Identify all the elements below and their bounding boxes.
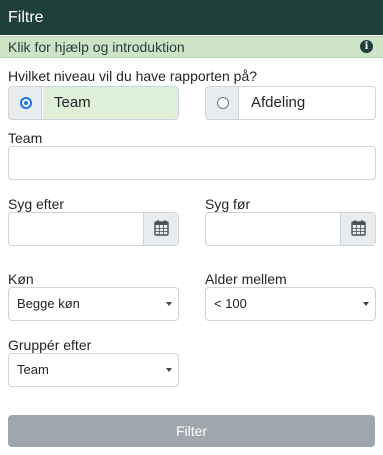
- radio-button-afdeling[interactable]: [217, 97, 229, 109]
- radio-label-afdeling: Afdeling: [251, 94, 306, 111]
- calendar-icon: [154, 220, 169, 236]
- group-by-selected-value: Team: [17, 362, 49, 377]
- sick-before-input[interactable]: [205, 212, 376, 246]
- chevron-down-icon: [166, 368, 172, 372]
- help-intro-text: Klik for hjælp og introduktion: [8, 39, 185, 55]
- chevron-down-icon: [363, 302, 369, 306]
- group-by-label: Gruppér efter: [8, 337, 92, 353]
- team-input[interactable]: [8, 146, 376, 180]
- age-selected-value: < 100: [214, 296, 247, 311]
- team-label: Team: [8, 130, 43, 146]
- gender-label: Køn: [8, 271, 34, 287]
- sick-before-label: Syg før: [205, 196, 251, 212]
- sick-before-calendar-button[interactable]: [340, 213, 375, 245]
- sick-after-calendar-button[interactable]: [143, 213, 178, 245]
- info-icon[interactable]: i: [360, 40, 373, 53]
- radio-addon: [206, 87, 239, 119]
- help-intro-link[interactable]: Klik for hjælp og introduktion i: [0, 36, 383, 58]
- panel-title: Filtre: [8, 9, 44, 26]
- gender-selected-value: Begge køn: [17, 296, 80, 311]
- group-by-select[interactable]: Team: [8, 353, 179, 387]
- chevron-down-icon: [166, 302, 172, 306]
- gender-select[interactable]: Begge køn: [8, 287, 179, 321]
- radio-button-team[interactable]: [20, 97, 32, 109]
- sick-after-input[interactable]: [8, 212, 179, 246]
- panel-header: Filtre: [0, 0, 383, 35]
- radio-option-team[interactable]: Team: [8, 86, 179, 120]
- age-label: Alder mellem: [205, 271, 287, 287]
- radio-label-team: Team: [54, 94, 91, 111]
- report-level-question: Hvilket niveau vil du have rapporten på?: [8, 68, 258, 84]
- sick-after-label: Syg efter: [8, 196, 65, 212]
- filter-button[interactable]: Filter: [8, 415, 375, 447]
- age-select[interactable]: < 100: [205, 287, 376, 321]
- radio-addon: [9, 87, 42, 119]
- radio-option-afdeling[interactable]: Afdeling: [205, 86, 376, 120]
- calendar-icon: [351, 220, 366, 236]
